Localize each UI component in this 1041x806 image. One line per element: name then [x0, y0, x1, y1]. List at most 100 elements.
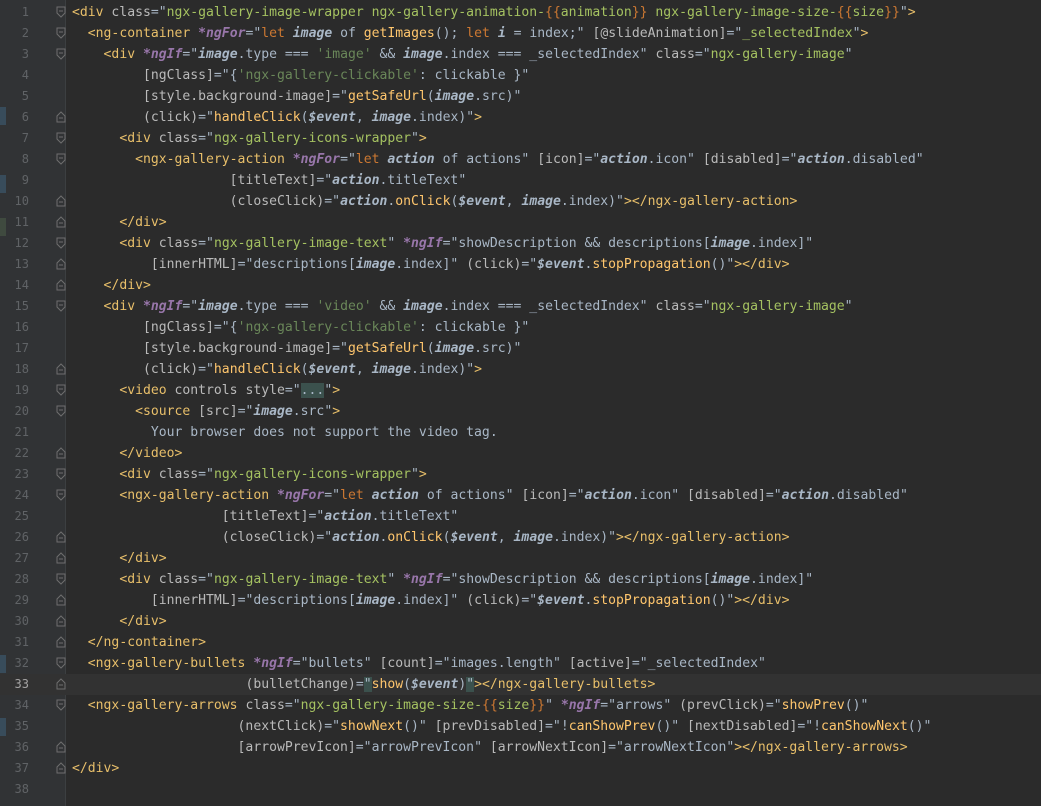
- code-text[interactable]: (closeClick)="action.onClick($event, ima…: [72, 191, 798, 212]
- code-text[interactable]: (bulletChange)="show($event)"></ngx-gall…: [72, 674, 655, 695]
- code-line[interactable]: 36 [arrowPrevIcon]="arrowPrevIcon" [arro…: [0, 737, 1041, 758]
- code-line[interactable]: 2 <ng-container *ngFor="let image of get…: [0, 23, 1041, 44]
- fold-close-icon[interactable]: [56, 552, 68, 564]
- code-text[interactable]: </div>: [72, 758, 119, 779]
- code-text[interactable]: </video>: [72, 443, 182, 464]
- code-text[interactable]: [ngClass]="{'ngx-gallery-clickable': cli…: [72, 65, 529, 86]
- fold-open-icon[interactable]: [56, 237, 68, 249]
- code-text[interactable]: [innerHTML]="descriptions[image.index]" …: [72, 590, 790, 611]
- code-line[interactable]: 8 <ngx-gallery-action *ngFor="let action…: [0, 149, 1041, 170]
- code-line[interactable]: 1 <div class="ngx-gallery-image-wrapper n…: [0, 2, 1041, 23]
- fold-close-icon[interactable]: [56, 279, 68, 291]
- code-line[interactable]: 29 [innerHTML]="descriptions[image.index…: [0, 590, 1041, 611]
- fold-open-icon[interactable]: [56, 153, 68, 165]
- code-text[interactable]: [titleText]="action.titleText": [72, 506, 459, 527]
- code-text[interactable]: <div class="ngx-gallery-image-text" *ngI…: [72, 569, 813, 590]
- fold-open-icon[interactable]: [56, 405, 68, 417]
- code-text[interactable]: <video controls style="...">: [72, 380, 340, 401]
- code-line[interactable]: 27 </div>: [0, 548, 1041, 569]
- fold-close-icon[interactable]: [56, 111, 68, 123]
- fold-open-icon[interactable]: [56, 699, 68, 711]
- code-line[interactable]: 6 (click)="handleClick($event, image.ind…: [0, 107, 1041, 128]
- fold-open-icon[interactable]: [56, 573, 68, 585]
- code-line[interactable]: 34 <ngx-gallery-arrows class="ngx-galler…: [0, 695, 1041, 716]
- code-editor[interactable]: 1 <div class="ngx-gallery-image-wrapper n…: [0, 0, 1041, 806]
- code-line[interactable]: 18 (click)="handleClick($event, image.in…: [0, 359, 1041, 380]
- code-text[interactable]: </div>: [72, 212, 166, 233]
- code-text[interactable]: (nextClick)="showNext()" [prevDisabled]=…: [72, 716, 932, 737]
- fold-close-icon[interactable]: [56, 636, 68, 648]
- fold-close-icon[interactable]: [56, 678, 68, 690]
- fold-open-icon[interactable]: [56, 48, 68, 60]
- code-text[interactable]: <source [src]="image.src">: [72, 401, 340, 422]
- fold-close-icon[interactable]: [56, 363, 68, 375]
- code-line[interactable]: 21 Your browser does not support the vid…: [0, 422, 1041, 443]
- code-text[interactable]: <div class="ngx-gallery-image-text" *ngI…: [72, 233, 813, 254]
- code-text[interactable]: (closeClick)="action.onClick($event, ima…: [72, 527, 790, 548]
- code-line[interactable]: 32 <ngx-gallery-bullets *ngIf="bullets" …: [0, 653, 1041, 674]
- code-lines[interactable]: 1 <div class="ngx-gallery-image-wrapper n…: [0, 2, 1041, 800]
- fold-close-icon[interactable]: [56, 258, 68, 270]
- code-text[interactable]: </ng-container>: [72, 632, 206, 653]
- fold-open-icon[interactable]: [56, 6, 68, 18]
- code-line[interactable]: 31 </ng-container>: [0, 632, 1041, 653]
- code-line[interactable]: 22 </video>: [0, 443, 1041, 464]
- fold-close-icon[interactable]: [56, 594, 68, 606]
- code-line[interactable]: 38: [0, 779, 1041, 800]
- code-text[interactable]: <ngx-gallery-action *ngFor="let action o…: [72, 149, 924, 170]
- code-line[interactable]: 26 (closeClick)="action.onClick($event, …: [0, 527, 1041, 548]
- code-text[interactable]: <ngx-gallery-action *ngFor="let action o…: [72, 485, 908, 506]
- code-text[interactable]: (click)="handleClick($event, image.index…: [72, 359, 482, 380]
- fold-open-icon[interactable]: [56, 468, 68, 480]
- fold-close-icon[interactable]: [56, 531, 68, 543]
- code-line[interactable]: 33 (bulletChange)="show($event)"></ngx-g…: [0, 674, 1041, 695]
- code-line[interactable]: 20 <source [src]="image.src">: [0, 401, 1041, 422]
- code-text[interactable]: <div *ngIf="image.type === 'video' && im…: [72, 296, 853, 317]
- code-text[interactable]: <ng-container *ngFor="let image of getIm…: [72, 23, 869, 44]
- fold-close-icon[interactable]: [56, 615, 68, 627]
- code-text[interactable]: <ngx-gallery-arrows class="ngx-gallery-i…: [72, 695, 869, 716]
- code-text[interactable]: <div class="ngx-gallery-icons-wrapper">: [72, 464, 426, 485]
- fold-close-icon[interactable]: [56, 447, 68, 459]
- code-text[interactable]: <div class="ngx-gallery-image-wrapper ng…: [72, 2, 916, 23]
- code-line[interactable]: 12 <div class="ngx-gallery-image-text" *…: [0, 233, 1041, 254]
- code-text[interactable]: (click)="handleClick($event, image.index…: [72, 107, 482, 128]
- code-text[interactable]: </div>: [72, 548, 166, 569]
- code-line[interactable]: 7 <div class="ngx-gallery-icons-wrapper"…: [0, 128, 1041, 149]
- fold-open-icon[interactable]: [56, 384, 68, 396]
- code-line[interactable]: 15 <div *ngIf="image.type === 'video' &&…: [0, 296, 1041, 317]
- code-text[interactable]: <div class="ngx-gallery-icons-wrapper">: [72, 128, 426, 149]
- code-line[interactable]: 37 </div>: [0, 758, 1041, 779]
- code-text[interactable]: [ngClass]="{'ngx-gallery-clickable': cli…: [72, 317, 529, 338]
- code-line[interactable]: 24 <ngx-gallery-action *ngFor="let actio…: [0, 485, 1041, 506]
- code-text[interactable]: [arrowPrevIcon]="arrowPrevIcon" [arrowNe…: [72, 737, 908, 758]
- code-text[interactable]: </div>: [72, 611, 166, 632]
- code-line[interactable]: 14 </div>: [0, 275, 1041, 296]
- fold-open-icon[interactable]: [56, 27, 68, 39]
- code-text[interactable]: [style.background-image]="getSafeUrl(ima…: [72, 338, 521, 359]
- code-line[interactable]: 13 [innerHTML]="descriptions[image.index…: [0, 254, 1041, 275]
- code-line[interactable]: 30 </div>: [0, 611, 1041, 632]
- fold-close-icon[interactable]: [56, 216, 68, 228]
- code-line[interactable]: 3 <div *ngIf="image.type === 'image' && …: [0, 44, 1041, 65]
- code-text[interactable]: Your browser does not support the video …: [72, 422, 498, 443]
- code-text[interactable]: <ngx-gallery-bullets *ngIf="bullets" [co…: [72, 653, 766, 674]
- fold-open-icon[interactable]: [56, 132, 68, 144]
- code-line[interactable]: 9 [titleText]="action.titleText": [0, 170, 1041, 191]
- code-line[interactable]: 11 </div>: [0, 212, 1041, 233]
- code-line[interactable]: 35 (nextClick)="showNext()" [prevDisable…: [0, 716, 1041, 737]
- code-text[interactable]: <div *ngIf="image.type === 'image' && im…: [72, 44, 853, 65]
- code-line[interactable]: 5 [style.background-image]="getSafeUrl(i…: [0, 86, 1041, 107]
- code-line[interactable]: 16 [ngClass]="{'ngx-gallery-clickable': …: [0, 317, 1041, 338]
- code-text[interactable]: [innerHTML]="descriptions[image.index]" …: [72, 254, 790, 275]
- code-text[interactable]: [style.background-image]="getSafeUrl(ima…: [72, 86, 521, 107]
- fold-close-icon[interactable]: [56, 741, 68, 753]
- code-line[interactable]: 23 <div class="ngx-gallery-icons-wrapper…: [0, 464, 1041, 485]
- code-line[interactable]: 19 <video controls style="...">: [0, 380, 1041, 401]
- code-line[interactable]: 28 <div class="ngx-gallery-image-text" *…: [0, 569, 1041, 590]
- fold-open-icon[interactable]: [56, 657, 68, 669]
- fold-close-icon[interactable]: [56, 762, 68, 774]
- fold-open-icon[interactable]: [56, 300, 68, 312]
- code-line[interactable]: 10 (closeClick)="action.onClick($event, …: [0, 191, 1041, 212]
- code-line[interactable]: 4 [ngClass]="{'ngx-gallery-clickable': c…: [0, 65, 1041, 86]
